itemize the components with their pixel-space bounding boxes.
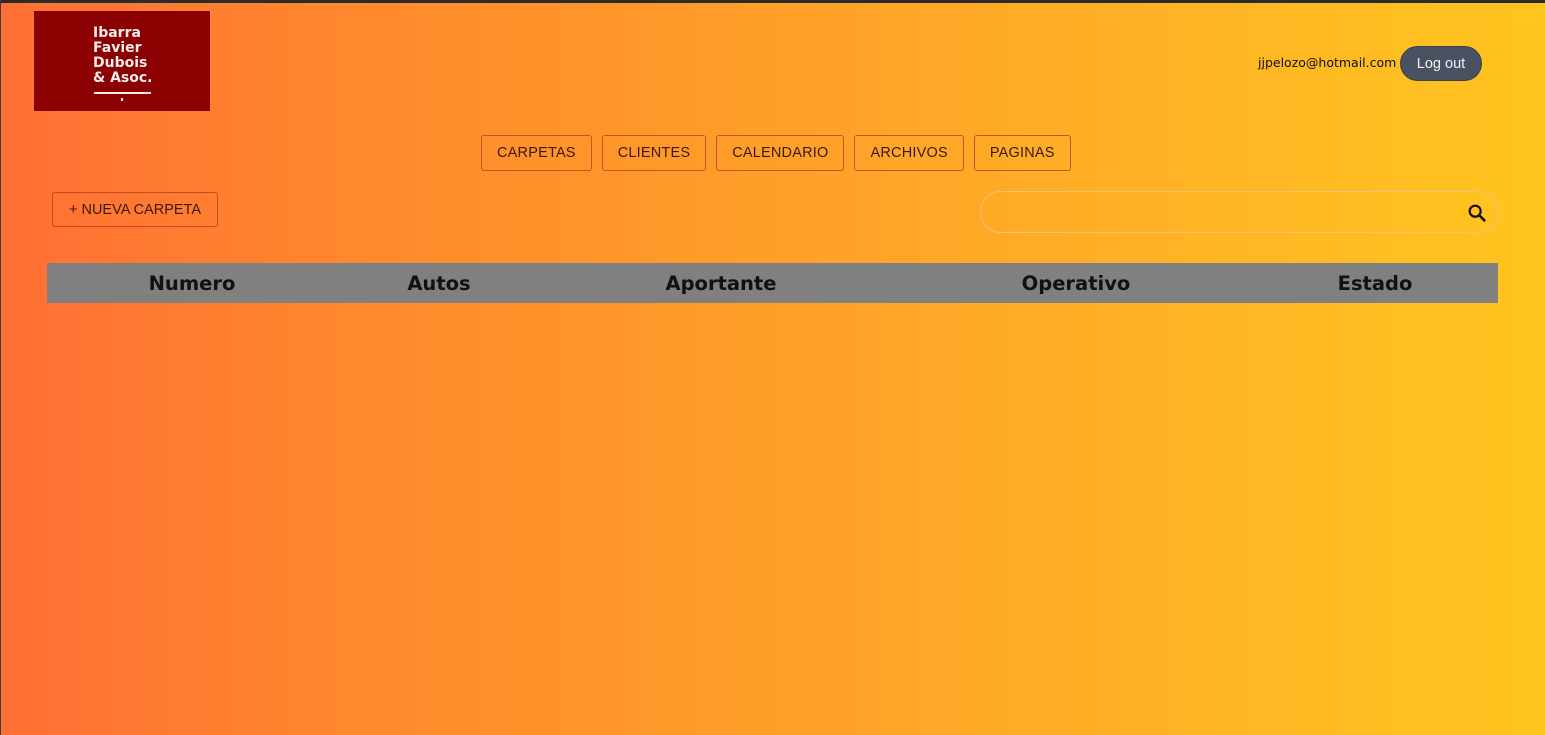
new-folder-button[interactable]: + NUEVA CARPETA (52, 192, 218, 227)
column-header-operativo[interactable]: Operativo (1022, 263, 1131, 303)
left-border (0, 0, 1, 735)
nav-paginas-button[interactable]: PAGINAS (973, 135, 1071, 171)
logo-dot (121, 98, 123, 101)
nav-carpetas-button[interactable]: CARPETAS (481, 135, 592, 171)
column-header-numero[interactable]: Numero (149, 263, 236, 303)
logout-button[interactable]: Log out (1400, 46, 1482, 81)
logo-line: Dubois (93, 55, 148, 71)
logo-line: Ibarra (93, 25, 141, 41)
logo-line: & Asoc. (93, 70, 153, 86)
main-nav: CARPETAS CLIENTES CALENDARIO ARCHIVOS PA… (481, 135, 1071, 171)
search-box (980, 191, 1499, 233)
column-header-estado[interactable]: Estado (1338, 263, 1413, 303)
column-header-aportante[interactable]: Aportante (666, 263, 777, 303)
search-icon[interactable] (1466, 202, 1488, 224)
search-input[interactable] (997, 200, 1461, 226)
logo-line: Favier (93, 40, 142, 56)
logo-text: Ibarra Favier Dubois & Asoc. (93, 26, 153, 86)
company-logo[interactable]: Ibarra Favier Dubois & Asoc. (34, 11, 210, 111)
nav-clientes-button[interactable]: CLIENTES (601, 135, 707, 171)
logo-underline (94, 92, 151, 94)
nav-archivos-button[interactable]: ARCHIVOS (854, 135, 964, 171)
nav-calendario-button[interactable]: CALENDARIO (716, 135, 845, 171)
top-border (0, 0, 1545, 3)
table-header: Numero Autos Aportante Operativo Estado (47, 263, 1498, 303)
column-header-autos[interactable]: Autos (407, 263, 470, 303)
user-email: jjpelozo@hotmail.com (1258, 55, 1397, 70)
